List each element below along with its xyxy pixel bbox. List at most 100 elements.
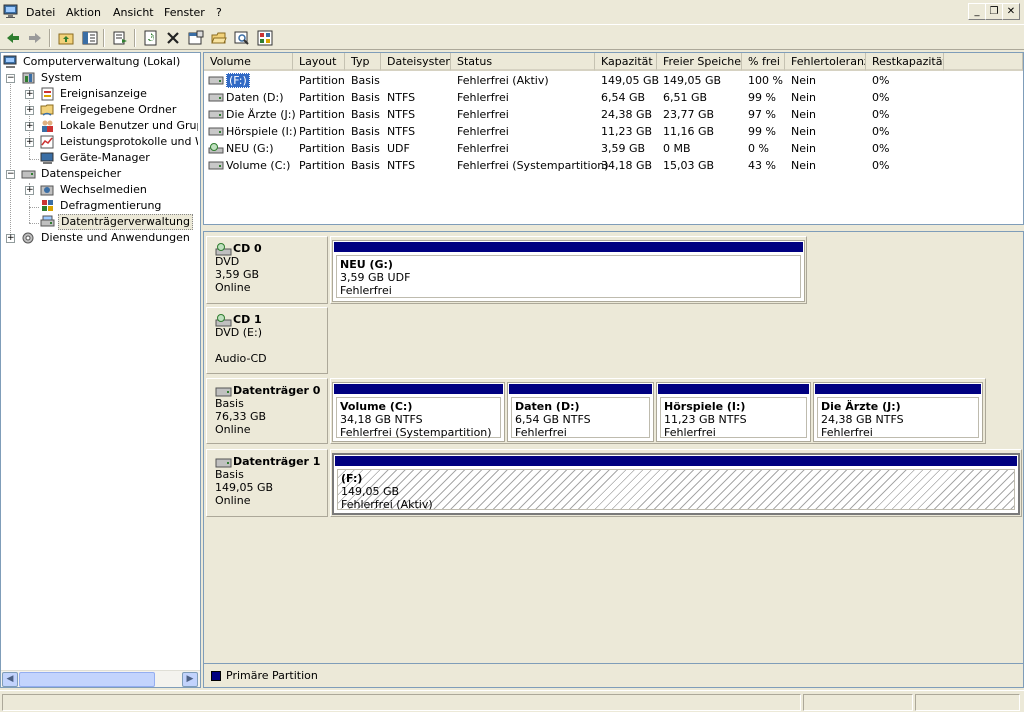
menu-aktion[interactable]: Aktion	[66, 6, 101, 20]
cell-text: NTFS	[387, 125, 416, 138]
settings-icon[interactable]	[255, 28, 275, 48]
table-row[interactable]: Hörspiele (I:) Partition Basis NTFS Fehlerfr…	[204, 123, 1023, 140]
properties-icon[interactable]	[186, 28, 206, 48]
column-header-fehlertoleranz[interactable]: Fehlertoleranz	[785, 53, 866, 71]
cell-restkapazitaet: 0%	[872, 123, 889, 140]
partition-volume-c[interactable]: Volume (C:) 34,18 GB NTFS Fehlerfrei (Sy…	[332, 382, 505, 442]
cell-restkapazitaet: 0%	[872, 157, 889, 174]
partition-hoerspiele-i[interactable]: Hörspiele (I:) 11,23 GB NTFS Fehlerfrei	[656, 382, 811, 442]
disk-label-datentraeger-0[interactable]: Datenträger 0 Basis 76,33 GB Online	[206, 378, 328, 444]
expand-toggle[interactable]: +	[25, 90, 34, 99]
table-row[interactable]: Volume (C:) Partition Basis NTFS Fehlerfrei …	[204, 157, 1023, 174]
forward-icon[interactable]	[25, 28, 45, 48]
tree-node-freigegebene-ordner[interactable]: Freigegebene Ordner	[40, 102, 198, 118]
cell-text: Nein	[791, 108, 817, 121]
column-header-kapazitaet[interactable]: Kapazität	[595, 53, 657, 71]
tree-node-datenspeicher[interactable]: Datenspeicher	[21, 166, 197, 182]
column-header-restkapazitaet[interactable]: Restkapazität	[866, 53, 944, 71]
cell-status: Fehlerfrei	[457, 140, 509, 157]
menu-ansicht[interactable]: Ansicht	[113, 6, 154, 20]
tree-node-defragmentierung[interactable]: Defragmentierung	[40, 198, 198, 214]
cell-fehlertoleranz: Nein	[791, 106, 816, 123]
scroll-right-icon[interactable]: ▶	[182, 672, 198, 687]
delete-icon[interactable]	[163, 28, 183, 48]
primary-partition-bar	[509, 384, 652, 394]
tree-node-root[interactable]: Computerverwaltung (Lokal)	[3, 54, 199, 70]
menu-datei[interactable]: Datei	[26, 6, 55, 20]
partition-neu-g[interactable]: NEU (G:) 3,59 GB UDF Fehlerfrei	[332, 240, 805, 302]
tree-node-wechselmedien[interactable]: Wechselmedien	[40, 182, 198, 198]
cd-drive-icon	[215, 243, 232, 256]
scroll-left-icon[interactable]: ◀	[2, 672, 18, 687]
services-icon	[22, 232, 34, 244]
cd-icon	[208, 143, 224, 154]
menu-help[interactable]: ?	[216, 6, 222, 20]
cell-restkapazitaet: 0%	[872, 140, 889, 157]
search-icon[interactable]	[232, 28, 252, 48]
tree-node-dienste[interactable]: Dienste und Anwendungen	[21, 230, 197, 246]
table-row[interactable]: (F:) Partition Basis Fehlerfrei (Aktiv) 149,…	[204, 72, 1023, 89]
disk-label-cd1[interactable]: CD 1 DVD (E:) Audio-CD	[206, 307, 328, 374]
close-button[interactable]: ✕	[1002, 3, 1020, 20]
tree-horizontal-scrollbar[interactable]: ◀ ▶	[1, 670, 200, 687]
cell-status: Fehlerfrei	[457, 123, 509, 140]
tree-node-lokale-benutzer[interactable]: Lokale Benutzer und Gruppen	[40, 118, 198, 134]
tree-node-geraete-manager[interactable]: Geräte-Manager	[40, 150, 198, 166]
primary-partition-bar	[334, 242, 803, 252]
disk-icon	[208, 76, 224, 85]
primary-partition-bar	[334, 384, 503, 394]
show-hide-tree-icon[interactable]	[80, 28, 100, 48]
cell-layout: Partition	[299, 140, 345, 157]
collapse-toggle[interactable]: −	[6, 170, 15, 179]
back-icon[interactable]	[3, 28, 23, 48]
cell-status: Fehlerfrei (Systempartition)	[457, 157, 609, 174]
menu-fenster[interactable]: Fenster	[164, 6, 205, 20]
up-level-icon[interactable]	[56, 28, 76, 48]
column-header-dateisystem[interactable]: Dateisystem	[381, 53, 451, 71]
column-header-volume[interactable]: Volume	[204, 53, 293, 71]
partition-die-aerzte-j[interactable]: Die Ärzte (J:) 24,38 GB NTFS Fehlerfrei	[813, 382, 983, 442]
disk-label-datentraeger-1[interactable]: Datenträger 1 Basis 149,05 GB Online	[206, 449, 328, 517]
column-header-layout[interactable]: Layout	[293, 53, 345, 71]
cell-text: Fehlerfrei (Aktiv)	[457, 74, 549, 87]
column-header-status[interactable]: Status	[451, 53, 595, 71]
expand-toggle[interactable]: +	[25, 186, 34, 195]
cell-text: Nein	[791, 91, 817, 104]
disk-label-cd0[interactable]: CD 0 DVD 3,59 GB Online	[206, 236, 328, 304]
table-row[interactable]: Daten (D:) Partition Basis NTFS Fehlerfrei 6,…	[204, 89, 1023, 106]
expand-toggle[interactable]: +	[25, 138, 34, 147]
export-list-icon[interactable]	[110, 28, 130, 48]
column-header-typ[interactable]: Typ	[345, 53, 381, 71]
cell-text: Fehlerfrei (Systempartition)	[457, 159, 609, 172]
primary-partition-swatch	[211, 671, 221, 681]
open-icon[interactable]	[209, 28, 229, 48]
tree-line	[29, 223, 39, 224]
refresh-icon[interactable]	[141, 28, 161, 48]
tree-node-ereignisanzeige[interactable]: Ereignisanzeige	[40, 86, 198, 102]
expand-toggle[interactable]: +	[6, 234, 15, 243]
tree-node-datentraegerverwaltung[interactable]: Datenträgerverwaltung	[40, 214, 198, 230]
expand-toggle[interactable]: +	[25, 122, 34, 131]
cell-text: 23,77 GB	[663, 108, 715, 121]
minimize-button[interactable]: _	[968, 3, 986, 20]
collapse-toggle[interactable]: −	[6, 74, 15, 83]
partition-f[interactable]: (F:) 149,05 GB Fehlerfrei (Aktiv)	[332, 453, 1020, 515]
cell-fehlertoleranz: Nein	[791, 157, 816, 174]
tree-node-system[interactable]: System	[21, 70, 197, 86]
cell-prozent-frei: 97 %	[748, 106, 776, 123]
tree-node-leistungsprotokolle[interactable]: Leistungsprotokolle und Warnungen	[40, 134, 198, 150]
disk-icon	[208, 110, 224, 119]
partition-daten-d[interactable]: Daten (D:) 6,54 GB NTFS Fehlerfrei	[507, 382, 654, 442]
primary-partition-bar	[335, 456, 1017, 466]
expand-toggle[interactable]: +	[25, 106, 34, 115]
volume-list[interactable]: Volume Layout Typ Dateisystem Status Kapazitä…	[203, 52, 1024, 225]
scrollbar-thumb[interactable]	[19, 672, 155, 687]
column-header-prozent-frei[interactable]: % frei	[742, 53, 785, 71]
console-tree[interactable]: Computerverwaltung (Lokal) − System + Er…	[0, 52, 201, 688]
cell-volume: NEU (G:)	[226, 140, 274, 157]
column-header-freier-speicher[interactable]: Freier Speicher	[657, 53, 742, 71]
computer-management-icon[interactable]	[3, 4, 19, 19]
restore-button[interactable]: ❐	[985, 3, 1003, 20]
table-row[interactable]: NEU (G:) Partition Basis UDF Fehlerfrei 3,59 …	[204, 140, 1023, 157]
table-row[interactable]: Die Ärzte (J:) Partition Basis NTFS Fehlerfr…	[204, 106, 1023, 123]
